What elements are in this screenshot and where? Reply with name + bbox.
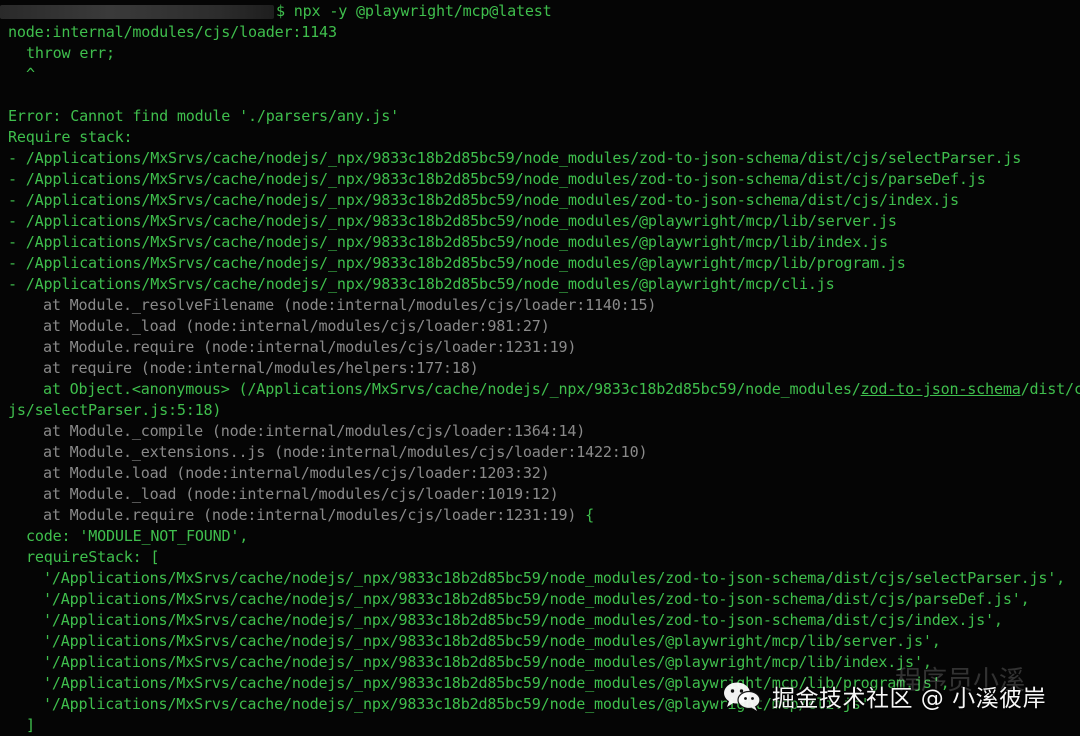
require-stack-item: - /Applications/MxSrvs/cache/nodejs/_npx… [8, 275, 835, 293]
frame-function: at Module._resolveFilename [43, 296, 275, 314]
frame-location: (node:internal/modules/helpers:177:18) [131, 359, 479, 377]
caret-line: ^ [26, 65, 35, 83]
stack-frame-user: at Object.<anonymous> (/Applications/MxS… [8, 379, 1080, 400]
frame-function: at Object.<anonymous> [43, 380, 230, 398]
frame-location: (node:internal/modules/cjs/loader:1364:1… [202, 422, 586, 440]
frame-location: (/Applications/MxSrvs/cache/nodejs/_npx/… [229, 380, 861, 398]
require-stack-item: - /Applications/MxSrvs/cache/nodejs/_npx… [8, 191, 959, 209]
frame-function: at Module.load [43, 464, 168, 482]
frame-function: at Module.require [43, 338, 195, 356]
error-header: node:internal/modules/cjs/loader:1143 [8, 23, 337, 41]
require-stack-entry: '/Applications/MxSrvs/cache/nodejs/_npx/… [43, 674, 950, 692]
terminal-window[interactable]: $ npx -y @playwright/mcp@latest node:int… [0, 0, 1080, 735]
frame-location-tail: /dist/c [1020, 380, 1080, 398]
frame-function: at Module._extensions..js [43, 443, 266, 461]
stack-frame: at Module.require (node:internal/modules… [8, 505, 1080, 526]
frame-location: (node:internal/modules/cjs/loader:1231:1… [194, 506, 577, 524]
frame-location: (node:internal/modules/cjs/loader:1203:3… [167, 464, 550, 482]
error-message: Error: Cannot find module './parsers/any… [8, 107, 400, 125]
frame-function: at Module._load [43, 317, 177, 335]
require-stack-entry: '/Applications/MxSrvs/cache/nodejs/_npx/… [43, 590, 1030, 608]
stack-frame: at Module._extensions..js (node:internal… [8, 442, 1080, 463]
stack-frame: at Module._load (node:internal/modules/c… [8, 484, 1080, 505]
stack-frame: at Module.require (node:internal/modules… [8, 337, 1080, 358]
redacted-prompt [0, 4, 274, 19]
stack-frame: at Module._load (node:internal/modules/c… [8, 316, 1080, 337]
frame-location: (node:internal/modules/cjs/loader:1019:1… [176, 485, 559, 503]
require-stack-item: - /Applications/MxSrvs/cache/nodejs/_npx… [8, 149, 1022, 167]
prompt-command: $ npx -y @playwright/mcp@latest [276, 2, 552, 20]
frame-location: (node:internal/modules/cjs/loader:1140:1… [274, 296, 657, 314]
require-stack-item: - /Applications/MxSrvs/cache/nodejs/_npx… [8, 212, 897, 230]
frame-tail: { [576, 506, 595, 524]
frame-function: at Module._load [43, 485, 177, 503]
module-link[interactable]: zod-to-json-schema [861, 380, 1021, 398]
frame-location: (node:internal/modules/cjs/loader:1422:1… [265, 443, 648, 461]
frame-location: (node:internal/modules/cjs/loader:981:27… [176, 317, 550, 335]
stack-frame-wrap: js/selectParser.js:5:18) [8, 401, 222, 419]
frame-function: at require [43, 359, 132, 377]
frame-function: at Module.require [43, 506, 195, 524]
require-stack-entry: '/Applications/MxSrvs/cache/nodejs/_npx/… [43, 653, 932, 671]
require-stack-label: Require stack: [8, 128, 133, 146]
require-stack-item: - /Applications/MxSrvs/cache/nodejs/_npx… [8, 233, 888, 251]
frame-location: (node:internal/modules/cjs/loader:1231:1… [194, 338, 577, 356]
error-code: code: 'MODULE_NOT_FOUND', [26, 527, 249, 545]
require-stack-item: - /Applications/MxSrvs/cache/nodejs/_npx… [8, 254, 906, 272]
stack-frame: at Module._resolveFilename (node:interna… [8, 295, 1080, 316]
stack-frame: at require (node:internal/modules/helper… [8, 358, 1080, 379]
terminal-output: $ npx -y @playwright/mcp@latest node:int… [0, 1, 1080, 736]
frame-function: at Module._compile [43, 422, 203, 440]
require-stack-entry: '/Applications/MxSrvs/cache/nodejs/_npx/… [43, 611, 1003, 629]
require-stack-item: - /Applications/MxSrvs/cache/nodejs/_npx… [8, 170, 986, 188]
require-stack-close: ] [26, 716, 35, 734]
require-stack-entry: '/Applications/MxSrvs/cache/nodejs/_npx/… [43, 632, 941, 650]
stack-frame: at Module.load (node:internal/modules/cj… [8, 463, 1080, 484]
prompt-line: $ npx -y @playwright/mcp@latest [0, 1, 1080, 22]
throw-line: throw err; [26, 44, 115, 62]
require-stack-open: requireStack: [ [26, 548, 160, 566]
require-stack-entry: '/Applications/MxSrvs/cache/nodejs/_npx/… [43, 569, 1066, 587]
stack-frame: at Module._compile (node:internal/module… [8, 421, 1080, 442]
require-stack-entry: '/Applications/MxSrvs/cache/nodejs/_npx/… [43, 695, 870, 713]
